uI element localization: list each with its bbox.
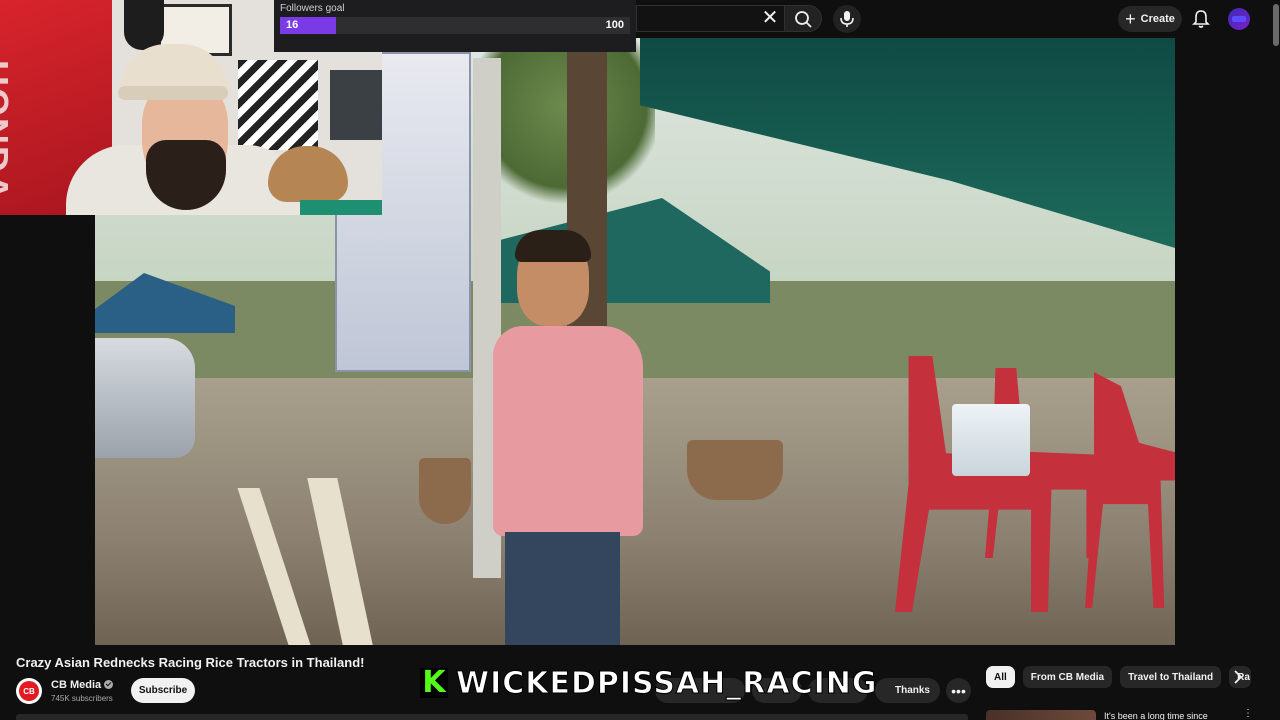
subscriber-count: 745K subscribers: [51, 694, 113, 703]
create-button[interactable]: + Create: [1118, 6, 1182, 32]
goal-current-count: 16: [286, 19, 299, 31]
video-title: Crazy Asian Rednecks Racing Rice Tractor…: [16, 655, 365, 670]
search-button[interactable]: [784, 5, 822, 32]
close-icon[interactable]: ✕: [760, 8, 780, 28]
followers-goal-widget: Followers goal 16 100: [274, 0, 636, 52]
account-avatar[interactable]: [1228, 8, 1250, 30]
mic-icon: [840, 11, 854, 27]
channel-avatar[interactable]: CB: [16, 678, 42, 704]
streamer-overlay: K WICKEDPISSAH_RACING: [420, 665, 877, 701]
plus-icon: +: [1125, 9, 1136, 29]
video-scene-foliage: [475, 38, 655, 208]
recommendation-title[interactable]: It's been a long time since: [1104, 711, 1208, 720]
right-margin: [1175, 38, 1272, 645]
bell-icon[interactable]: [1190, 8, 1212, 30]
goal-target-count: 100: [605, 19, 624, 31]
webcam-poster: [330, 70, 382, 140]
related-chips: All From CB Media Travel to Thailand Ra: [986, 666, 1252, 688]
screen: ✕ + Create HONDA Followers goal 16 100 C…: [0, 0, 1280, 720]
chip-all[interactable]: All: [986, 666, 1015, 688]
subscribe-button[interactable]: Subscribe: [131, 678, 195, 703]
more-vertical-icon[interactable]: ⋮: [1243, 709, 1253, 720]
channel-name-text: CB Media: [51, 679, 102, 691]
create-label: Create: [1140, 13, 1175, 25]
chip-from-channel[interactable]: From CB Media: [1022, 666, 1113, 688]
video-scene-water-bottles: [952, 404, 1030, 476]
chevron-right-icon[interactable]: [1228, 667, 1248, 687]
scrollbar-thumb[interactable]: [1273, 4, 1279, 46]
video-scene-pot: [419, 458, 471, 524]
chip-travel-to-thailand[interactable]: Travel to Thailand: [1120, 666, 1222, 688]
video-scene-pot: [687, 440, 783, 500]
voice-search-button[interactable]: [833, 5, 861, 33]
goal-title: Followers goal: [280, 3, 345, 14]
webcam-poster: [238, 60, 318, 150]
verified-icon: [104, 680, 114, 689]
search-icon: [795, 11, 812, 28]
video-scene-boy: [493, 230, 653, 645]
left-margin: [0, 215, 95, 645]
kick-logo: K: [420, 668, 448, 698]
channel-avatar-logo: CB: [19, 681, 39, 701]
thanks-button[interactable]: Thanks: [875, 678, 940, 703]
description-box[interactable]: [16, 714, 968, 720]
channel-name[interactable]: CB Media: [51, 679, 114, 691]
video-scene-car: [95, 338, 195, 458]
goal-progress-bar: 16 100: [280, 17, 630, 34]
recommendation-thumbnail[interactable]: [986, 710, 1096, 720]
webcam-flag-text: HONDA: [0, 60, 16, 202]
streamer-cap-brim: [118, 86, 228, 100]
page-scrollbar[interactable]: [1272, 0, 1280, 720]
streamer-handle: WICKEDPISSAH_RACING: [455, 665, 878, 701]
more-horizontal-icon[interactable]: •••: [946, 678, 971, 703]
video-scene-canopy: [95, 273, 235, 333]
video-info: Crazy Asian Rednecks Racing Rice Tractor…: [0, 645, 1280, 720]
webcam-cap: [124, 0, 164, 50]
